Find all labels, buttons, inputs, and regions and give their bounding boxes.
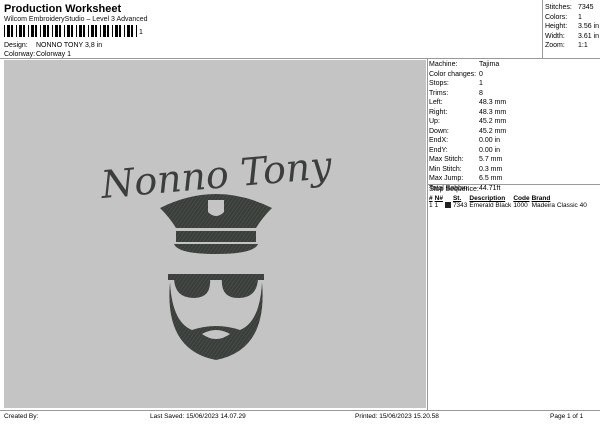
- stat-height: Height: 3.56 in: [545, 23, 600, 30]
- design-canvas: Nonno Tony: [4, 60, 426, 408]
- stop-sequence-table: # N# St. Description Code Brand 1 1 7343…: [429, 195, 589, 209]
- info-row: Up: 45.2 mm: [429, 118, 507, 125]
- stat-stitches: Stitches: 7345: [545, 4, 594, 11]
- table-row: 1 1 7343 Emerald Black 1000 Madeira Clas…: [429, 202, 587, 209]
- col-brand: Brand: [531, 195, 551, 202]
- stop-sequence-title: Stop Sequence:: [429, 186, 479, 193]
- stats-divider: [542, 0, 543, 58]
- table-header-row: # N# St. Description Code Brand: [429, 195, 589, 202]
- panel-divider: [427, 58, 428, 410]
- stat-width: Width: 3.61 in: [545, 32, 600, 40]
- worksheet-title: Production Worksheet: [4, 3, 122, 15]
- barcode: [4, 25, 137, 37]
- info-row: Left: 48.3 mm: [429, 99, 507, 106]
- header-divider: [0, 58, 600, 59]
- sunglasses-left-lens: [174, 277, 211, 298]
- col-stitches: St.: [452, 195, 462, 202]
- info-row: Down: 45.2 mm: [429, 127, 507, 135]
- stop-divider: [427, 184, 600, 185]
- footer-last-saved: Last Saved: 15/06/2023 14.07.29: [150, 413, 246, 420]
- info-row: Trims: 8: [429, 89, 483, 97]
- barcode-suffix: 1: [139, 29, 143, 36]
- machine-info: Machine: Tajima Color changes: 0 Stops: 1 T…: [429, 60, 597, 193]
- footer-page: Page 1 of 1: [550, 413, 584, 420]
- stats-panel: Stitches: 7345 Colors: 1 Height: 3.56 in Wi…: [545, 3, 600, 51]
- info-row: Machine: Tajima: [429, 61, 500, 68]
- info-row: Max Stitch: 5.7 mm: [429, 156, 503, 163]
- cap-band: [176, 231, 256, 242]
- col-color-swatch: [445, 195, 453, 202]
- stat-zoom: Zoom: 1:1: [545, 42, 588, 49]
- sunglasses-right-lens: [221, 277, 258, 298]
- thread-color-swatch: [444, 202, 451, 209]
- design-value: NONNO TONY 3,8 in: [36, 42, 103, 49]
- info-row: EndY: 0.00 in: [429, 146, 501, 154]
- embroidery-design: Nonno Tony: [98, 143, 334, 360]
- colorway-value: Colorway 1: [36, 51, 72, 58]
- info-row: Stops: 1: [429, 80, 483, 87]
- col-needle: N#: [434, 195, 443, 202]
- footer-created-by: Created By:: [4, 413, 39, 420]
- footer-divider: [0, 410, 600, 411]
- colorway-label: Colorway:: [4, 51, 36, 58]
- col-description: Description: [469, 195, 506, 202]
- stat-colors: Colors: 1: [545, 13, 582, 21]
- info-row: Max Jump: 6.5 mm: [429, 175, 503, 182]
- footer-printed: Printed: 15/06/2023 15.20.58: [355, 413, 439, 420]
- col-code: Code: [513, 195, 530, 202]
- info-row: Right: 48.3 mm: [429, 108, 507, 116]
- cap-badge-icon: [208, 200, 224, 216]
- cap-visor: [174, 244, 258, 254]
- info-row: EndX: 0.00 in: [429, 137, 501, 144]
- design-label: Design:: [4, 42, 28, 49]
- software-subtitle: Wilcom EmbroideryStudio – Level 3 Advanc…: [4, 16, 148, 23]
- info-row: Min Stitch: 0.3 mm: [429, 165, 503, 173]
- info-row: Color changes: 0: [429, 70, 483, 78]
